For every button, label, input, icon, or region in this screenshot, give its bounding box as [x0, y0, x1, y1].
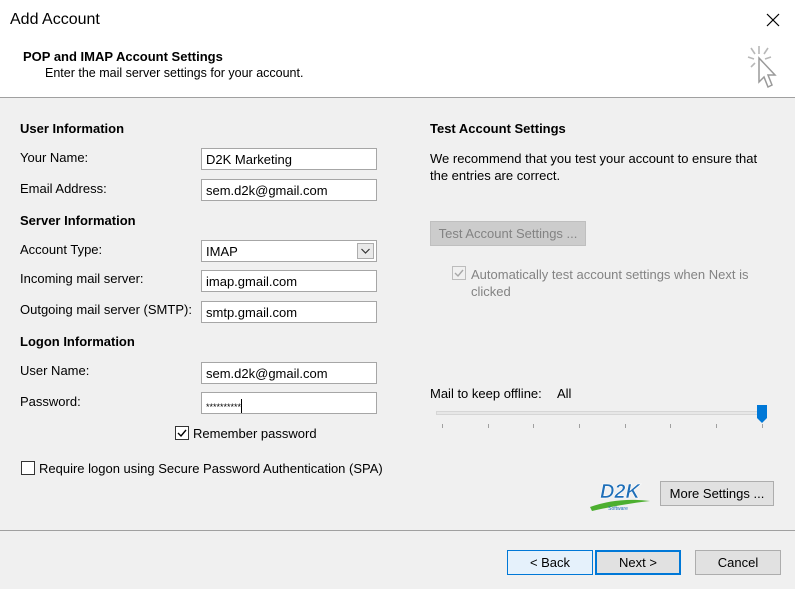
title-bar: Add Account [0, 0, 795, 40]
page-subtitle: Enter the mail server settings for your … [45, 66, 304, 80]
dropdown-button[interactable] [357, 243, 374, 259]
more-settings-button[interactable]: More Settings ... [660, 481, 774, 506]
incoming-server-label: Incoming mail server: [20, 271, 144, 286]
email-address-label: Email Address: [20, 181, 107, 196]
mail-offline-label: Mail to keep offline: [430, 386, 542, 401]
password-label: Password: [20, 394, 81, 409]
server-info-heading: Server Information [20, 213, 136, 228]
your-name-label: Your Name: [20, 150, 89, 165]
slider-tick [625, 424, 626, 428]
spa-checkbox[interactable] [21, 461, 35, 475]
checkmark-icon [177, 429, 187, 438]
add-account-dialog: Add Account POP and IMAP Account Setting… [0, 0, 795, 589]
remember-password-checkbox[interactable] [175, 426, 189, 440]
click-cursor-icon [747, 46, 777, 89]
outgoing-server-label: Outgoing mail server (SMTP): [20, 302, 192, 317]
slider-tick [533, 424, 534, 428]
remember-password-label: Remember password [193, 426, 317, 441]
your-name-field[interactable]: D2K Marketing [201, 148, 377, 170]
offline-slider-thumb[interactable] [757, 405, 767, 423]
password-field[interactable]: ********** [201, 392, 377, 414]
window-title: Add Account [10, 11, 100, 28]
back-button[interactable]: < Back [507, 550, 593, 575]
next-button[interactable]: Next > [595, 550, 681, 575]
offline-slider-track[interactable] [436, 411, 765, 415]
chevron-down-icon [361, 248, 370, 254]
slider-tick [488, 424, 489, 428]
footer-divider [0, 530, 795, 531]
wizard-header: POP and IMAP Account Settings Enter the … [0, 40, 795, 98]
account-type-label: Account Type: [20, 242, 103, 257]
password-mask: ********** [206, 402, 242, 412]
logo-text: D2K [600, 481, 642, 503]
slider-tick [762, 424, 763, 428]
slider-tick [442, 424, 443, 428]
spa-label: Require logon using Secure Password Auth… [39, 461, 383, 476]
user-name-label: User Name: [20, 363, 90, 378]
outgoing-server-field[interactable]: smtp.gmail.com [201, 301, 377, 323]
test-settings-description: We recommend that you test your account … [430, 151, 758, 183]
incoming-server-field[interactable]: imap.gmail.com [201, 270, 377, 292]
slider-tick [716, 424, 717, 428]
auto-test-label: Automatically test account settings when… [471, 267, 749, 299]
close-icon [766, 13, 780, 27]
auto-test-checkbox[interactable] [452, 266, 466, 280]
logon-info-heading: Logon Information [20, 334, 135, 349]
checkmark-icon [454, 269, 464, 278]
user-name-field[interactable]: sem.d2k@gmail.com [201, 362, 377, 384]
account-type-select[interactable]: IMAP [201, 240, 377, 262]
slider-tick [579, 424, 580, 428]
slider-tick [670, 424, 671, 428]
user-info-heading: User Information [20, 121, 125, 136]
test-account-settings-button[interactable]: Test Account Settings ... [430, 221, 586, 246]
page-title: POP and IMAP Account Settings [23, 49, 223, 64]
text-cursor [241, 399, 243, 413]
test-settings-heading: Test Account Settings [430, 121, 566, 136]
account-type-value: IMAP [206, 244, 238, 259]
mail-offline-value: All [557, 386, 572, 401]
cancel-button[interactable]: Cancel [695, 550, 781, 575]
d2k-logo: D2K Software [590, 481, 650, 512]
logo-tagline: Software [608, 506, 628, 512]
email-address-field[interactable]: sem.d2k@gmail.com [201, 179, 377, 201]
close-button[interactable] [759, 6, 787, 34]
